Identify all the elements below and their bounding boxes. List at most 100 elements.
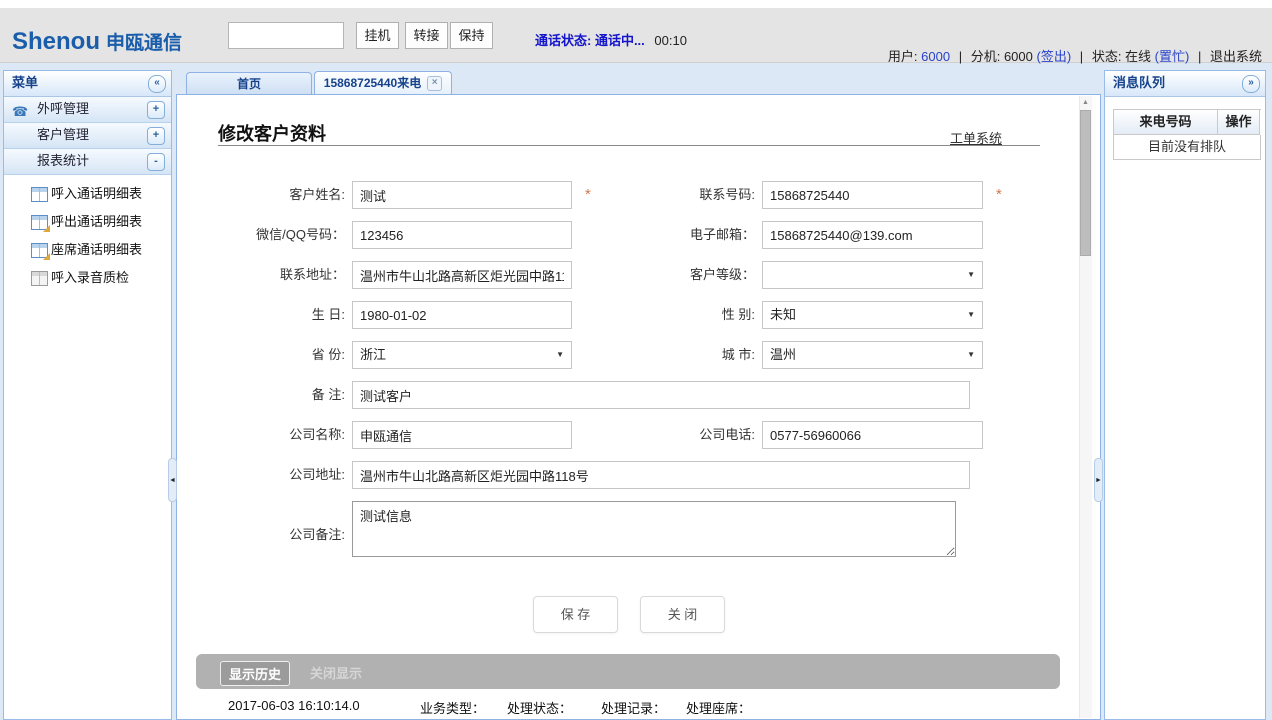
city-select[interactable]: 温州 ▼ bbox=[762, 341, 983, 369]
table-edit-icon bbox=[31, 243, 48, 258]
birthday-label: 生 日: bbox=[190, 308, 345, 322]
tab-incoming-call[interactable]: 15868725440来电× bbox=[314, 71, 452, 95]
phone-icon: ☎ bbox=[12, 100, 28, 124]
phone-label: 联系号码: bbox=[600, 188, 755, 202]
history-status-label: 处理状态： bbox=[507, 698, 572, 717]
tab-home[interactable]: 首页 bbox=[186, 72, 312, 95]
sidebar-title: 菜单 bbox=[12, 75, 38, 90]
email-label: 电子邮箱： bbox=[600, 228, 755, 242]
wechat-input[interactable] bbox=[352, 221, 572, 249]
company-note-label: 公司备注: bbox=[190, 528, 345, 542]
company-phone-label: 公司电话: bbox=[600, 428, 755, 442]
table-edit-icon bbox=[31, 215, 48, 230]
address-input[interactable] bbox=[352, 261, 572, 289]
gender-label: 性 别: bbox=[600, 308, 755, 322]
sidebar-collapse-button[interactable]: « bbox=[148, 75, 166, 93]
top-white-strip bbox=[0, 0, 1272, 8]
address-label: 联系地址： bbox=[190, 268, 345, 282]
history-type-label: 业务类型： bbox=[420, 698, 485, 717]
city-label: 城 市: bbox=[600, 348, 755, 362]
app-logo-cn: 申瓯通信 bbox=[106, 33, 182, 54]
sidebar-item-inbound-recording-qc[interactable]: 呼入录音质检 bbox=[4, 267, 173, 291]
sidebar-collapse-handle[interactable]: ◄ bbox=[168, 458, 177, 502]
logout-link[interactable]: 退出系统 bbox=[1210, 49, 1262, 64]
queue-panel-header: 消息队列 » bbox=[1105, 71, 1265, 97]
history-agent-label: 处理座席： bbox=[686, 698, 751, 717]
chevron-down-icon: ▼ bbox=[967, 342, 975, 368]
hold-button[interactable]: 保持 bbox=[450, 22, 493, 49]
table-icon bbox=[31, 187, 48, 202]
wechat-label: 微信/QQ号码： bbox=[190, 228, 345, 242]
chevron-down-icon: ▼ bbox=[556, 342, 564, 368]
call-status: 通话状态: 通话中... 00:10 bbox=[535, 30, 687, 49]
app-logo-en: Shenou bbox=[12, 28, 100, 55]
required-marker: * bbox=[996, 186, 1002, 203]
history-log-label: 处理记录： bbox=[601, 698, 666, 717]
sidebar-group-reports[interactable]: 报表统计 - bbox=[4, 149, 171, 175]
message-queue-panel: 消息队列 » 来电号码操作 目前没有排队 bbox=[1104, 70, 1266, 720]
page-title: 修改客户资料 bbox=[218, 120, 326, 146]
collapse-left-icon: ◄ bbox=[169, 477, 176, 484]
queue-expand-button[interactable]: » bbox=[1242, 75, 1260, 93]
chevron-down-icon: ▼ bbox=[967, 262, 975, 288]
history-record-time: 2017-06-03 16:10:14.0 bbox=[228, 698, 360, 713]
company-phone-input[interactable] bbox=[762, 421, 983, 449]
sidebar-header: 菜单 « bbox=[4, 71, 171, 97]
history-toolbar: 显示历史 关闭显示 bbox=[196, 654, 1060, 689]
user-id-link[interactable]: 6000 bbox=[921, 49, 950, 64]
account-bar: 用户: 6000 | 分机: 6000 (签出) | 状态: 在线 (置忙) |… bbox=[888, 46, 1262, 65]
phone-input[interactable] bbox=[762, 181, 983, 209]
save-button[interactable]: 保 存 bbox=[533, 596, 618, 633]
note-input[interactable] bbox=[352, 381, 970, 409]
status-label: 状态: 在线 bbox=[1092, 49, 1151, 64]
collapse-right-icon: ► bbox=[1095, 477, 1102, 484]
expand-icon[interactable]: + bbox=[147, 101, 165, 119]
main-scrollbar-thumb[interactable] bbox=[1080, 110, 1091, 256]
chevron-down-icon: ▼ bbox=[967, 302, 975, 328]
hide-history-tab[interactable]: 关闭显示 bbox=[310, 663, 362, 682]
dial-number-input[interactable] bbox=[228, 22, 344, 49]
province-label: 省 份: bbox=[190, 348, 345, 362]
title-divider bbox=[218, 145, 1040, 146]
transfer-button[interactable]: 转接 bbox=[405, 22, 448, 49]
sidebar-item-agent-call-report[interactable]: 座席通话明细表 bbox=[4, 239, 173, 263]
company-note-textarea[interactable]: 测试信息 bbox=[352, 501, 956, 557]
queue-collapse-handle[interactable]: ► bbox=[1094, 458, 1103, 502]
call-timer: 00:10 bbox=[654, 33, 687, 48]
sidebar-group-outbound[interactable]: ☎ 外呼管理 + bbox=[4, 97, 171, 123]
call-status-text: 通话状态: 通话中... bbox=[535, 33, 645, 48]
set-busy-link[interactable]: (置忙) bbox=[1155, 49, 1190, 64]
app-logo: Shenou 申瓯通信 bbox=[12, 28, 182, 56]
sidebar-item-inbound-call-report[interactable]: 呼入通话明细表 bbox=[4, 183, 173, 207]
gender-select[interactable]: 未知 ▼ bbox=[762, 301, 983, 329]
company-address-input[interactable] bbox=[352, 461, 970, 489]
province-select[interactable]: 浙江 ▼ bbox=[352, 341, 572, 369]
hangup-button[interactable]: 挂机 bbox=[356, 22, 399, 49]
required-marker: * bbox=[585, 186, 591, 203]
tab-close-icon[interactable]: × bbox=[427, 76, 442, 91]
recording-icon bbox=[31, 271, 48, 286]
sidebar-menu-panel: 菜单 « ☎ 外呼管理 + 客户管理 + 报表统计 - 呼入通话明细表 呼出通话… bbox=[3, 70, 172, 720]
extension-label: 分机: 6000 bbox=[971, 49, 1033, 64]
name-input[interactable] bbox=[352, 181, 572, 209]
sidebar-item-outbound-call-report[interactable]: 呼出通话明细表 bbox=[4, 211, 173, 235]
close-button[interactable]: 关 闭 bbox=[640, 596, 725, 633]
queue-panel-title: 消息队列 bbox=[1113, 75, 1165, 90]
scroll-up-icon[interactable]: ▲ bbox=[1079, 96, 1092, 109]
customer-level-label: 客户等级： bbox=[600, 268, 755, 282]
queue-table: 来电号码操作 目前没有排队 bbox=[1113, 109, 1261, 160]
sidebar-group-customers[interactable]: 客户管理 + bbox=[4, 123, 171, 149]
email-input[interactable] bbox=[762, 221, 983, 249]
user-label: 用户: bbox=[888, 49, 918, 64]
queue-col-number: 来电号码 bbox=[1114, 110, 1218, 135]
customer-level-select[interactable]: ▼ bbox=[762, 261, 983, 289]
show-history-tab[interactable]: 显示历史 bbox=[220, 661, 290, 686]
birthday-input[interactable] bbox=[352, 301, 572, 329]
company-address-label: 公司地址: bbox=[190, 468, 345, 482]
queue-col-action: 操作 bbox=[1218, 110, 1260, 135]
signout-link[interactable]: (签出) bbox=[1037, 49, 1072, 64]
app-header: Shenou 申瓯通信 挂机 转接 保持 通话状态: 通话中... 00:10 用… bbox=[0, 8, 1272, 63]
expand-icon[interactable]: + bbox=[147, 127, 165, 145]
company-name-input[interactable] bbox=[352, 421, 572, 449]
collapse-icon[interactable]: - bbox=[147, 153, 165, 171]
